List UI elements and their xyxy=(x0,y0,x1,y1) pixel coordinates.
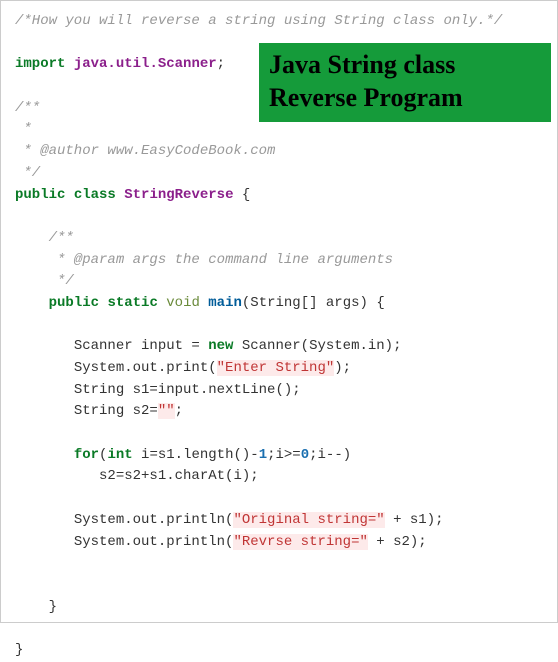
print-enter-line: System.out.print("Enter String"); xyxy=(74,360,351,376)
s1-decl-line: String s1=input.nextLine(); xyxy=(74,382,301,398)
javadoc-class-open: /** xyxy=(15,100,40,116)
javadoc-method-open: /** xyxy=(49,230,74,246)
javadoc-class-author: * @author www.EasyCodeBook.com xyxy=(15,143,275,159)
class-keyword: class xyxy=(74,187,116,203)
banner-line2: Reverse Program xyxy=(269,82,541,115)
javadoc-class-close: */ xyxy=(15,165,40,181)
comment-top: /*How you will reverse a string using St… xyxy=(15,13,502,29)
javadoc-method-param: * @param args the command line arguments xyxy=(49,252,393,268)
class-name: StringReverse xyxy=(124,187,233,203)
main-method: main xyxy=(208,295,242,311)
for-line: for(int i=s1.length()-1;i>=0;i--) xyxy=(74,447,351,463)
class-close-brace: } xyxy=(15,642,23,658)
javadoc-class-star: * xyxy=(15,121,32,137)
import-package: java.util.Scanner xyxy=(74,56,217,72)
public-keyword: public xyxy=(15,187,65,203)
static-keyword: static xyxy=(107,295,157,311)
title-banner: Java String class Reverse Program xyxy=(259,43,551,122)
println-original-line: System.out.println("Original string=" + … xyxy=(74,512,444,528)
scanner-line: Scanner input = new Scanner(System.in); xyxy=(74,338,402,354)
import-keyword: import xyxy=(15,56,65,72)
void-keyword: void xyxy=(166,295,200,311)
s2-decl-line: String s2=""; xyxy=(74,403,183,419)
method-close-brace: } xyxy=(49,599,57,615)
javadoc-method-close: */ xyxy=(49,273,74,289)
banner-line1: Java String class xyxy=(269,49,541,82)
println-reverse-line: System.out.println("Revrse string=" + s2… xyxy=(74,534,427,550)
for-body-line: s2=s2+s1.charAt(i); xyxy=(74,468,259,484)
